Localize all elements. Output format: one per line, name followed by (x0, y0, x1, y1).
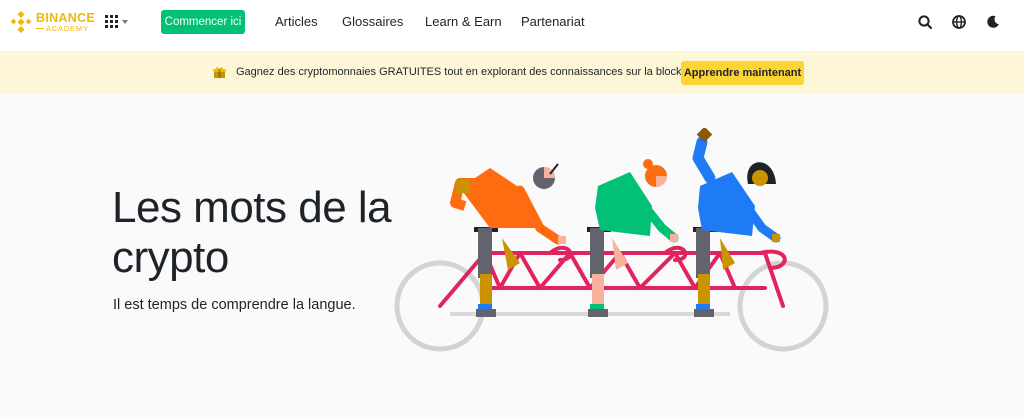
globe-icon[interactable] (951, 14, 967, 30)
nav-partnership[interactable]: Partenariat (521, 14, 585, 29)
logo-subtitle: ACADEMY (36, 25, 95, 33)
promo-text: Gagnez des cryptomonnaies GRATUITES tout… (236, 66, 708, 78)
nav-glossaries[interactable]: Glossaires (342, 14, 403, 29)
hero-section: Les mots de la crypto Il est temps de co… (0, 94, 1024, 419)
get-started-button[interactable]: Commencer ici (161, 10, 245, 34)
apps-menu-button[interactable] (105, 15, 128, 28)
nav-learn-and-earn[interactable]: Learn & Earn (425, 14, 502, 29)
tandem-bicycle-illustration (394, 128, 829, 352)
learn-now-button[interactable]: Apprendre maintenant (681, 61, 804, 85)
logo-wordmark: BINANCE (36, 10, 96, 25)
top-navigation-bar: BINANCE ACADEMY Commencer ici Articles G… (0, 0, 1024, 46)
dark-mode-icon[interactable] (985, 14, 1001, 30)
gift-icon (213, 67, 226, 78)
binance-academy-logo[interactable]: BINANCE ACADEMY (10, 10, 95, 34)
promo-banner: Gagnez des cryptomonnaies GRATUITES tout… (0, 51, 1024, 94)
apps-grid-icon (105, 15, 118, 28)
page-title: Les mots de la crypto (112, 183, 392, 282)
page-subtitle: Il est temps de comprendre la langue. (113, 297, 356, 313)
chevron-down-icon (122, 19, 128, 24)
search-icon[interactable] (917, 14, 933, 30)
binance-logo-icon (10, 11, 32, 33)
nav-articles[interactable]: Articles (275, 14, 318, 29)
